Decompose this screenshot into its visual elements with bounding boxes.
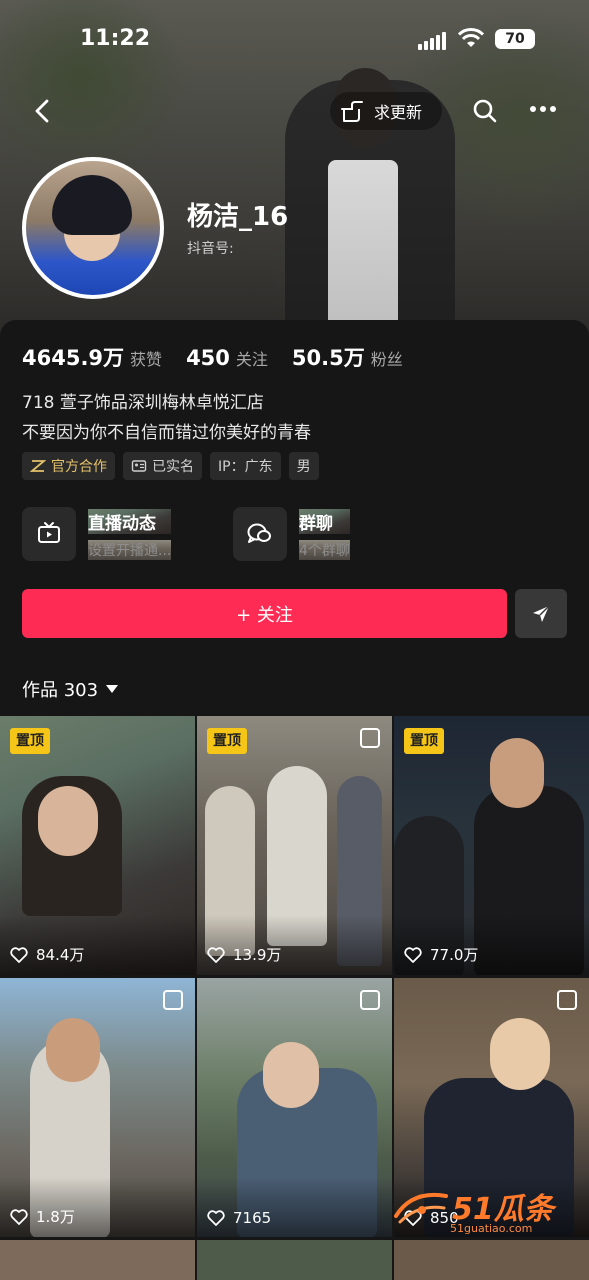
card-title: 直播动态	[88, 508, 172, 534]
video-likes: 77.0万	[404, 944, 478, 965]
video-likes: 13.9万	[207, 944, 281, 965]
video-tile[interactable]: 置顶 84.4万	[0, 716, 195, 975]
video-face	[38, 786, 98, 856]
pointing-hand-icon	[341, 101, 363, 122]
card-title: 群聊	[299, 508, 350, 534]
card-subtitle: 4个群聊	[299, 539, 350, 560]
works-tab[interactable]: 作品 303	[22, 676, 119, 702]
watermark: 51瓜条 51guatiao.com	[392, 1182, 582, 1238]
stat-value: 4645.9万	[22, 346, 125, 370]
video-shade	[197, 1177, 392, 1237]
likes-count: 13.9万	[233, 946, 282, 964]
works-label: 作品 303	[22, 680, 99, 701]
cover-shirt	[328, 160, 398, 340]
video-tile[interactable]: 置顶 13.9万	[197, 716, 392, 975]
pinned-badge: 置顶	[207, 728, 247, 754]
likes-count: 84.4万	[36, 946, 85, 964]
likes-count: 7165	[233, 1209, 272, 1227]
feature-cards: 直播动态 设置开播通... 群聊 4个群聊	[22, 506, 350, 562]
chat-bubble-icon	[233, 507, 287, 561]
tag-label: 官方合作	[51, 459, 107, 475]
stat-likes[interactable]: 4645.9万 获赞	[22, 342, 162, 372]
multi-image-icon	[360, 990, 380, 1010]
stat-followers[interactable]: 50.5万 粉丝	[292, 342, 403, 372]
video-tile[interactable]: 置顶 77.0万	[394, 716, 589, 975]
video-tile[interactable]: 1.8万	[0, 978, 195, 1237]
status-time: 11:22	[80, 26, 151, 51]
group-chat-card[interactable]: 群聊 4个群聊	[233, 506, 443, 562]
tag-label: 男	[296, 459, 311, 475]
stat-value: 450	[186, 346, 230, 370]
profile-stats: 4645.9万 获赞 450 关注 50.5万 粉丝	[22, 342, 427, 372]
tag-official-cooperation[interactable]: 官方合作	[22, 452, 115, 480]
follow-button[interactable]: + 关注	[22, 589, 507, 638]
video-tile[interactable]	[394, 1240, 589, 1280]
likes-count: 77.0万	[430, 946, 479, 964]
heart-icon	[10, 946, 28, 963]
video-likes: 84.4万	[10, 944, 84, 965]
stat-following[interactable]: 450 关注	[186, 346, 268, 370]
bio: 718 萱子饰品深圳梅林卓悦汇店 不要因为你不自信而错过你美好的青春	[22, 388, 311, 448]
battery-indicator: 70	[495, 29, 535, 49]
heart-icon	[207, 1210, 225, 1226]
bio-line: 718 萱子饰品深圳梅林卓悦汇店	[22, 393, 264, 413]
card-subtitle: 设置开播通...	[88, 539, 172, 560]
stat-label: 获赞	[130, 350, 163, 369]
tag-verified[interactable]: 已实名	[123, 452, 202, 480]
likes-count: 1.8万	[36, 1208, 75, 1226]
tag-gender: 男	[288, 452, 319, 480]
id-card-icon	[131, 460, 147, 472]
douyin-id-label[interactable]: 抖音号:	[187, 238, 234, 258]
request-update-label: 求更新	[374, 103, 423, 122]
video-likes: 1.8万	[10, 1206, 75, 1227]
request-update-button[interactable]: 求更新	[330, 92, 442, 130]
wifi-icon	[458, 28, 484, 47]
tv-icon	[22, 507, 76, 561]
heart-icon	[207, 946, 225, 963]
share-button[interactable]	[515, 589, 567, 638]
multi-image-icon	[360, 728, 380, 748]
bio-line: 不要因为你不自信而错过你美好的青春	[22, 423, 311, 443]
heart-icon	[404, 946, 422, 963]
multi-image-icon	[557, 990, 577, 1010]
video-tile[interactable]	[0, 1240, 195, 1280]
live-updates-card[interactable]: 直播动态 设置开播通...	[22, 506, 232, 562]
search-icon[interactable]	[470, 96, 500, 126]
video-face	[490, 1018, 550, 1090]
video-tile[interactable]	[197, 1240, 392, 1280]
video-likes: 7165	[207, 1209, 271, 1227]
pinned-badge: 置顶	[404, 728, 444, 754]
pinned-badge: 置顶	[10, 728, 50, 754]
stat-label: 关注	[235, 350, 268, 369]
status-bar: 11:22 70	[0, 24, 589, 58]
caret-down-icon	[106, 685, 119, 693]
heart-icon	[10, 1208, 28, 1225]
more-options-icon[interactable]	[530, 106, 558, 114]
top-nav: 求更新	[0, 88, 589, 134]
video-face	[46, 1018, 100, 1082]
watermark-logo-icon	[394, 1193, 448, 1224]
nickname: 杨洁_16	[187, 202, 289, 232]
stat-label: 粉丝	[370, 350, 403, 369]
back-arrow-icon[interactable]	[28, 96, 58, 126]
signal-icon	[418, 32, 448, 50]
profile-tags: 官方合作 已实名 IP：广东 男	[22, 452, 327, 480]
official-cooperation-icon	[30, 460, 46, 472]
tag-label: IP：广东	[218, 459, 273, 475]
stat-value: 50.5万	[291, 346, 365, 370]
send-icon	[533, 604, 550, 622]
video-tile[interactable]: 7165	[197, 978, 392, 1237]
avatar[interactable]	[22, 157, 164, 299]
tag-ip-location: IP：广东	[210, 452, 281, 480]
avatar-hair	[52, 175, 132, 235]
video-face	[490, 738, 544, 808]
video-face	[263, 1042, 319, 1108]
tag-label: 已实名	[152, 459, 194, 475]
multi-image-icon	[163, 990, 183, 1010]
watermark-url: 51guatiao.com	[450, 1222, 533, 1235]
